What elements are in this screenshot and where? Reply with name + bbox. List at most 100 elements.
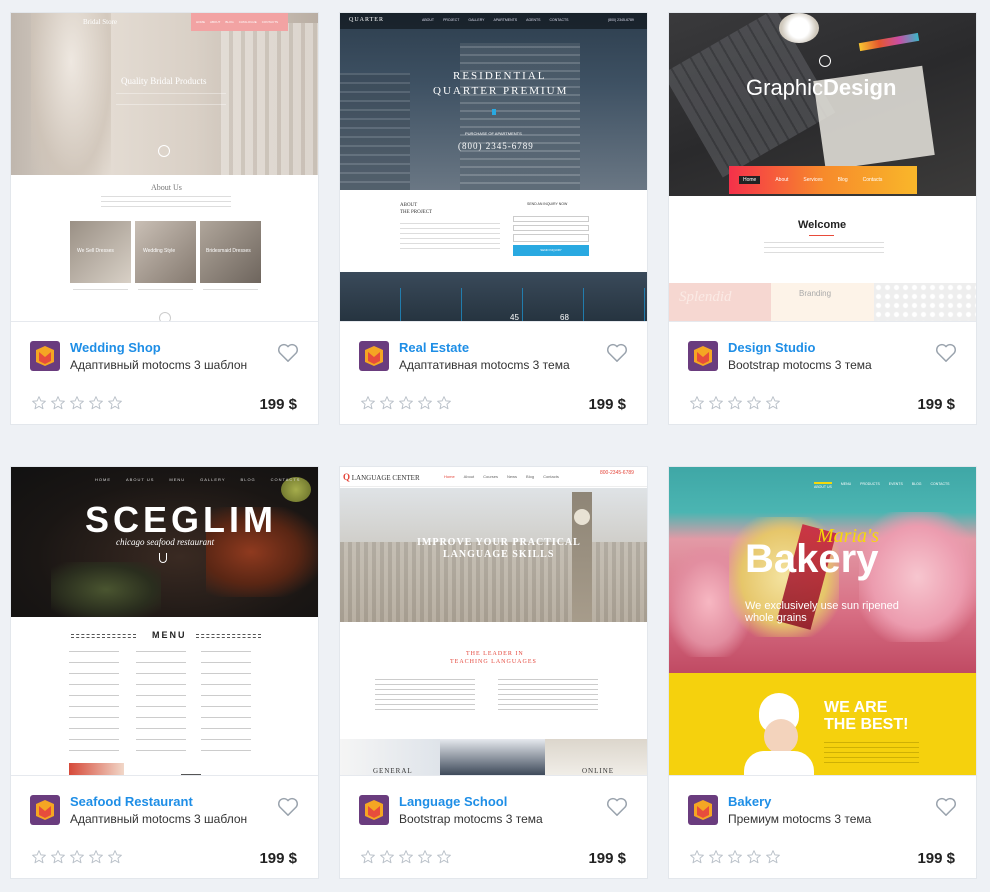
card-info: Wedding Shop Адаптивный motocms 3 шаблон… — [11, 321, 318, 424]
rating-star-icon[interactable] — [360, 395, 376, 411]
preview-hero-title: Bakery — [745, 537, 879, 581]
template-subtitle: Адаптивный motocms 3 шаблон — [70, 358, 248, 372]
template-title[interactable]: Language School — [399, 794, 507, 809]
template-preview-image[interactable]: GraphicDesign Home About Services Blog C… — [669, 13, 976, 321]
rating-star-icon[interactable] — [69, 849, 85, 865]
card-info: Language School Bootstrap motocms 3 тема… — [340, 775, 647, 878]
template-preview-image[interactable]: Q LANGUAGE CENTER Home About Courses New… — [340, 467, 647, 775]
template-subtitle: Адаптативная motocms 3 тема — [399, 358, 570, 372]
motocms-logo-icon — [30, 341, 60, 371]
rating-star-icon[interactable] — [88, 849, 104, 865]
template-price: 199 $ — [588, 396, 626, 413]
preview-brand: QUARTER — [349, 17, 384, 23]
preview-hero-line2: QUARTER PREMIUM — [433, 85, 569, 97]
card-info: Seafood Restaurant Адаптивный motocms 3 … — [11, 775, 318, 878]
rating-stars[interactable] — [689, 849, 781, 865]
rating-star-icon[interactable] — [727, 395, 743, 411]
rating-star-icon[interactable] — [379, 849, 395, 865]
rating-star-icon[interactable] — [398, 395, 414, 411]
rating-star-icon[interactable] — [689, 395, 705, 411]
card-info: Real Estate Адаптативная motocms 3 тема … — [340, 321, 647, 424]
rating-star-icon[interactable] — [746, 849, 762, 865]
favorite-heart-icon[interactable] — [935, 343, 957, 368]
rating-star-icon[interactable] — [765, 849, 781, 865]
template-preview-image[interactable]: HOME ABOUT US MENU GALLERY BLOG CONTACTS… — [11, 467, 318, 775]
preview-about-label: THE PROJECT — [400, 210, 433, 215]
motocms-logo-icon — [688, 341, 718, 371]
template-card[interactable]: GraphicDesign Home About Services Blog C… — [668, 12, 977, 425]
rating-stars[interactable] — [689, 395, 781, 411]
template-title[interactable]: Real Estate — [399, 340, 469, 355]
rating-star-icon[interactable] — [727, 849, 743, 865]
template-title[interactable]: Seafood Restaurant — [70, 794, 193, 809]
preview-stat: 45 — [510, 313, 519, 321]
template-title[interactable]: Wedding Shop — [70, 340, 161, 355]
rating-star-icon[interactable] — [417, 849, 433, 865]
preview-nav: HOME ABOUT BLOG CATALOGUE CONTACTS — [191, 13, 288, 31]
rating-star-icon[interactable] — [436, 849, 452, 865]
template-title[interactable]: Design Studio — [728, 340, 815, 355]
preview-label: ONLINE — [582, 767, 615, 775]
template-card[interactable]: ABOUT US MENU PRODUCTS EVENTS BLOG CONTA… — [668, 466, 977, 879]
rating-stars[interactable] — [360, 395, 452, 411]
preview-strip-label: Splendid — [679, 289, 732, 305]
preview-hero-line1: IMPROVE YOUR PRACTICAL — [417, 537, 581, 548]
template-card[interactable]: HOME ABOUT US MENU GALLERY BLOG CONTACTS… — [10, 466, 319, 879]
template-card[interactable]: QUARTER ABOUT PROJECT GALLERY APARTMENTS… — [339, 12, 648, 425]
rating-star-icon[interactable] — [31, 849, 47, 865]
rating-star-icon[interactable] — [417, 395, 433, 411]
rating-stars[interactable] — [31, 849, 123, 865]
rating-star-icon[interactable] — [765, 395, 781, 411]
rating-stars[interactable] — [360, 849, 452, 865]
preview-nav: ABOUT US MENU PRODUCTS EVENTS BLOG CONTA… — [814, 482, 950, 489]
template-price: 199 $ — [588, 850, 626, 867]
rating-star-icon[interactable] — [360, 849, 376, 865]
rating-stars[interactable] — [31, 395, 123, 411]
rating-star-icon[interactable] — [31, 395, 47, 411]
preview-hero-title: SCEGLIM — [85, 499, 278, 540]
template-subtitle: Адаптивный motocms 3 шаблон — [70, 812, 248, 826]
rating-star-icon[interactable] — [50, 849, 66, 865]
preview-section-title: TEACHING LANGUAGES — [450, 659, 537, 665]
preview-form-button: SEND INQUIRY — [513, 245, 589, 256]
template-subtitle: Премиум motocms 3 тема — [728, 812, 872, 826]
favorite-heart-icon[interactable] — [935, 797, 957, 822]
rating-star-icon[interactable] — [379, 395, 395, 411]
preview-nav: Home About Services Blog Contacts — [729, 166, 917, 194]
preview-hero-title: Quality Bridal Products — [121, 76, 207, 86]
preview-nav: ABOUT PROJECT GALLERY APARTMENTS AGENTS … — [422, 18, 569, 22]
rating-star-icon[interactable] — [50, 395, 66, 411]
rating-star-icon[interactable] — [107, 395, 123, 411]
rating-star-icon[interactable] — [689, 849, 705, 865]
preview-section-title: Welcome — [798, 219, 847, 231]
template-preview-image[interactable]: ABOUT US MENU PRODUCTS EVENTS BLOG CONTA… — [669, 467, 976, 775]
favorite-heart-icon[interactable] — [606, 797, 628, 822]
template-subtitle: Bootstrap motocms 3 тема — [728, 358, 872, 372]
rating-star-icon[interactable] — [708, 395, 724, 411]
rating-star-icon[interactable] — [69, 395, 85, 411]
preview-menu-title: MENU — [152, 630, 187, 640]
favorite-heart-icon[interactable] — [606, 343, 628, 368]
template-preview-image[interactable]: Bridal Store HOME ABOUT BLOG CATALOGUE C… — [11, 13, 318, 321]
template-subtitle: Bootstrap motocms 3 тема — [399, 812, 543, 826]
template-card[interactable]: Q LANGUAGE CENTER Home About Courses New… — [339, 466, 648, 879]
preview-about-label: ABOUT — [400, 203, 418, 208]
rating-star-icon[interactable] — [746, 395, 762, 411]
favorite-heart-icon[interactable] — [277, 797, 299, 822]
rating-star-icon[interactable] — [436, 395, 452, 411]
preview-hero-line1: RESIDENTIAL — [453, 70, 547, 82]
rating-star-icon[interactable] — [398, 849, 414, 865]
motocms-logo-icon — [30, 795, 60, 825]
preview-nav: HOME ABOUT US MENU GALLERY BLOG CONTACTS — [95, 477, 301, 482]
preview-promo-title: WE ARE THE BEST! — [824, 699, 909, 733]
rating-star-icon[interactable] — [107, 849, 123, 865]
motocms-logo-icon — [359, 341, 389, 371]
rating-star-icon[interactable] — [708, 849, 724, 865]
template-preview-image[interactable]: QUARTER ABOUT PROJECT GALLERY APARTMENTS… — [340, 13, 647, 321]
template-title[interactable]: Bakery — [728, 794, 771, 809]
rating-star-icon[interactable] — [88, 395, 104, 411]
favorite-heart-icon[interactable] — [277, 343, 299, 368]
preview-strip-label: Branding — [799, 289, 832, 298]
preview-tile-label: Bridesmaid Dresses — [206, 248, 251, 254]
template-card[interactable]: Bridal Store HOME ABOUT BLOG CATALOGUE C… — [10, 12, 319, 425]
